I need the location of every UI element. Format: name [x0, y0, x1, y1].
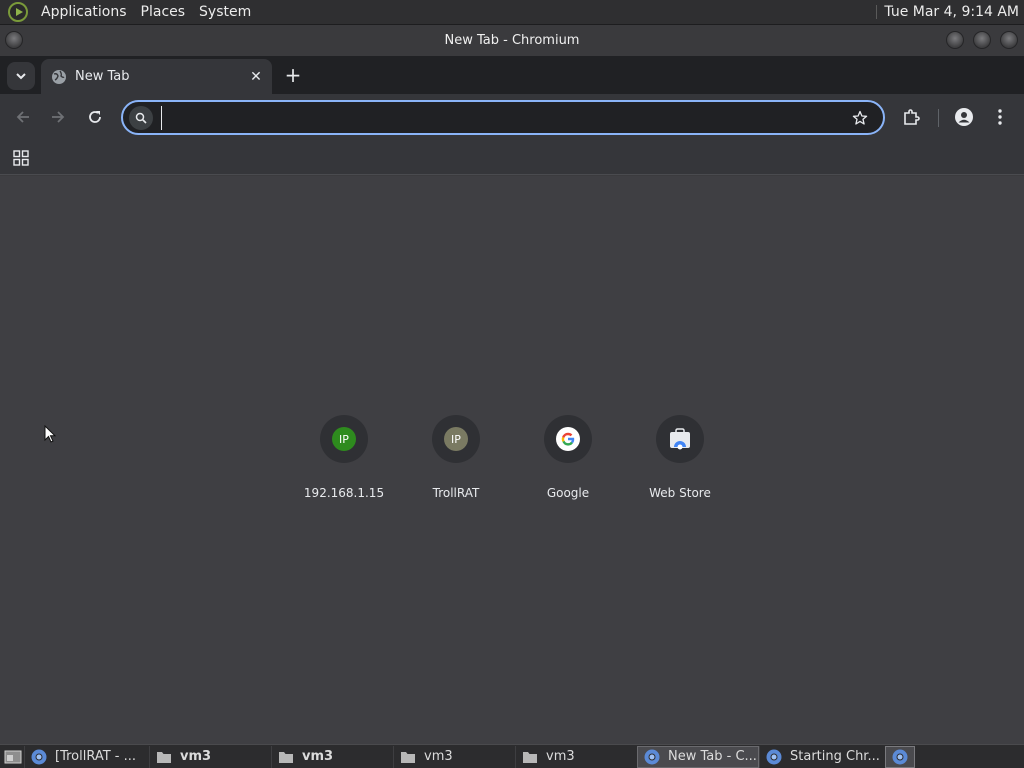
- bookmarks-bar: [0, 140, 1024, 175]
- taskbar-task-vm3[interactable]: vm3: [393, 745, 515, 768]
- profile-icon: [955, 108, 973, 126]
- shortcut-icon-circle: [656, 415, 704, 463]
- apps-grid-icon: [13, 150, 29, 166]
- folder-icon: [278, 749, 294, 765]
- applications-menu[interactable]: Applications: [34, 0, 134, 25]
- tray-chromium-icon[interactable]: [885, 745, 915, 768]
- chromium-icon: [766, 749, 782, 765]
- tab-strip: New Tab ✕ +: [0, 56, 1024, 94]
- star-icon: [852, 110, 868, 125]
- shortcut-label: 192.168.1.15: [303, 486, 385, 500]
- task-label: vm3: [424, 749, 453, 764]
- new-tab-page: IP 192.168.1.15 IP TrollRAT Google Web S…: [0, 176, 1024, 744]
- task-label: New Tab - C...: [668, 749, 757, 764]
- search-icon: [129, 105, 153, 130]
- reload-button[interactable]: [82, 104, 108, 130]
- folder-icon: [400, 749, 416, 765]
- menu-button[interactable]: [987, 104, 1013, 130]
- shortcut-tiles: IP 192.168.1.15 IP TrollRAT Google Web S…: [288, 415, 736, 505]
- folder-icon: [522, 749, 538, 765]
- shortcut-tile-trollrat[interactable]: IP TrollRAT: [400, 415, 512, 505]
- reload-icon: [89, 111, 101, 123]
- apps-button[interactable]: [8, 145, 34, 171]
- shortcut-label: Web Store: [649, 486, 711, 500]
- chevron-down-icon: [16, 73, 26, 80]
- shortcut-label: TrollRAT: [432, 486, 480, 500]
- ip-badge-icon: IP: [332, 427, 356, 451]
- shortcut-label: Google: [546, 486, 590, 500]
- tab-new-tab[interactable]: New Tab ✕: [41, 59, 272, 94]
- task-label: vm3: [546, 749, 575, 764]
- system-panel: Applications Places System Tue Mar 4, 9:…: [0, 0, 1024, 25]
- browser-toolbar: [0, 94, 1024, 140]
- window-title: New Tab - Chromium: [444, 33, 580, 48]
- distro-logo-icon[interactable]: [8, 2, 28, 22]
- close-tab-button[interactable]: ✕: [246, 67, 266, 87]
- web-store-icon: [670, 428, 690, 450]
- bookmark-star-button[interactable]: [847, 105, 873, 131]
- taskbar-task-vm3[interactable]: vm3: [271, 745, 393, 768]
- back-button[interactable]: [10, 104, 36, 130]
- task-label: vm3: [302, 749, 334, 764]
- desktop-icon: [4, 750, 22, 763]
- task-label: vm3: [180, 749, 212, 764]
- minimize-button[interactable]: [946, 31, 964, 49]
- shortcut-tile-192-168-1-15[interactable]: IP 192.168.1.15: [288, 415, 400, 505]
- extensions-button[interactable]: [898, 104, 924, 130]
- taskbar-task-vm3[interactable]: vm3: [515, 745, 637, 768]
- places-menu[interactable]: Places: [134, 0, 193, 25]
- arrow-right-icon: [52, 111, 65, 123]
- tab-search-button[interactable]: [7, 62, 35, 90]
- clock[interactable]: Tue Mar 4, 9:14 AM: [884, 4, 1024, 20]
- taskbar-task-new-tab[interactable]: New Tab - C...: [637, 745, 759, 768]
- window-titlebar[interactable]: New Tab - Chromium: [0, 25, 1024, 56]
- globe-icon: [52, 69, 66, 84]
- taskbar-task-trollrat[interactable]: [TrollRAT - ...: [24, 745, 149, 768]
- maximize-button[interactable]: [973, 31, 991, 49]
- taskbar-task-starting-chromium[interactable]: Starting Chr...: [759, 745, 879, 768]
- ip-badge-icon: IP: [444, 427, 468, 451]
- close-window-button[interactable]: [1000, 31, 1018, 49]
- system-menu[interactable]: System: [192, 0, 258, 25]
- shortcut-icon-circle: IP: [432, 415, 480, 463]
- window-menu-button[interactable]: [5, 31, 23, 49]
- folder-icon: [156, 749, 172, 765]
- mouse-cursor-icon: [44, 425, 56, 443]
- new-tab-button[interactable]: +: [282, 63, 304, 87]
- toolbar-separator: [938, 109, 939, 127]
- google-icon: [556, 427, 580, 451]
- omnibox[interactable]: [121, 100, 885, 135]
- chromium-icon: [31, 749, 47, 765]
- kebab-menu-icon: [998, 109, 1002, 125]
- panel-separator: [876, 5, 878, 19]
- forward-button[interactable]: [45, 104, 71, 130]
- taskbar-task-vm3[interactable]: vm3: [149, 745, 271, 768]
- shortcut-tile-web-store[interactable]: Web Store: [624, 415, 736, 505]
- shortcut-icon-circle: IP: [320, 415, 368, 463]
- task-label: Starting Chr...: [790, 749, 879, 764]
- task-label: [TrollRAT - ...: [55, 749, 137, 764]
- puzzle-icon: [904, 109, 920, 125]
- chromium-icon: [644, 749, 660, 765]
- shortcut-tile-google[interactable]: Google: [512, 415, 624, 505]
- tab-title: New Tab: [75, 69, 130, 84]
- profile-button[interactable]: [951, 104, 977, 130]
- taskbar: [TrollRAT - ... vm3 vm3 vm3 vm3 New Tab …: [0, 744, 1024, 768]
- show-desktop-button[interactable]: [2, 747, 24, 767]
- shortcut-icon-circle: [544, 415, 592, 463]
- arrow-left-icon: [16, 111, 29, 123]
- address-input[interactable]: [161, 105, 847, 130]
